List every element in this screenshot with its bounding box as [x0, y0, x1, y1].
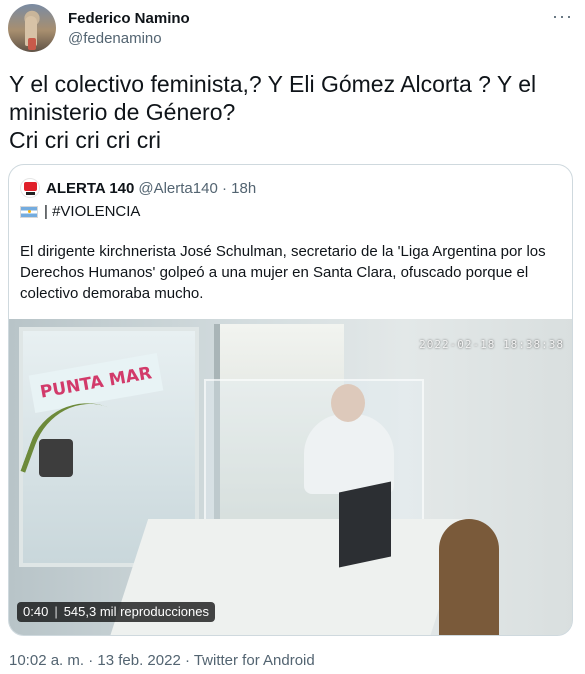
video-duration: 0:40 — [23, 604, 49, 619]
author-avatar[interactable] — [8, 4, 56, 52]
video-timestamp-overlay: 2022-02-18 18:38:38 — [419, 338, 564, 351]
tweet-text: Y el colectivo feminista,? Y Eli Gómez A… — [9, 71, 537, 153]
quoted-tweet-header: ALERTA 140 @Alerta140 · 18h — [20, 178, 256, 198]
video-scene-monitor — [339, 481, 391, 568]
video-scene-woman — [439, 519, 499, 635]
video-views: 545,3 mil reproducciones — [63, 604, 209, 619]
quoted-author-handle-time[interactable]: @Alerta140 · 18h — [138, 180, 256, 197]
quoted-author-avatar[interactable] — [20, 178, 40, 198]
argentina-flag-icon — [20, 205, 38, 218]
video-player[interactable]: PUNTA MAR 2022-02-18 18:38:38 0:40 | 545… — [9, 319, 572, 635]
author-name[interactable]: Federico Namino — [68, 10, 190, 27]
avatar-figure-detail — [28, 38, 36, 50]
video-badge-separator: | — [54, 604, 58, 619]
author-handle[interactable]: @fedenamino — [68, 30, 162, 47]
alert-logo-base — [26, 192, 35, 195]
tweet-metadata[interactable]: 10:02 a. m. · 13 feb. 2022 · Twitter for… — [9, 652, 315, 669]
video-info-badge: 0:40 | 545,3 mil reproducciones — [17, 602, 215, 622]
quoted-author-name[interactable]: ALERTA 140 — [46, 180, 134, 197]
alert-logo-icon — [24, 182, 37, 191]
hashtag-violencia[interactable]: | #VIOLENCIA — [44, 203, 140, 220]
quoted-tweet-tag-line: | #VIOLENCIA — [20, 203, 140, 220]
tweet-header: Federico Namino @fedenamino ··· — [8, 4, 577, 54]
ellipsis-icon[interactable]: ··· — [552, 6, 573, 27]
quoted-tweet-body: El dirigente kirchnerista José Schulman,… — [20, 243, 546, 302]
video-scene-pot — [39, 439, 73, 477]
quoted-tweet[interactable]: ALERTA 140 @Alerta140 · 18h | #VIOLENCIA… — [8, 164, 573, 636]
